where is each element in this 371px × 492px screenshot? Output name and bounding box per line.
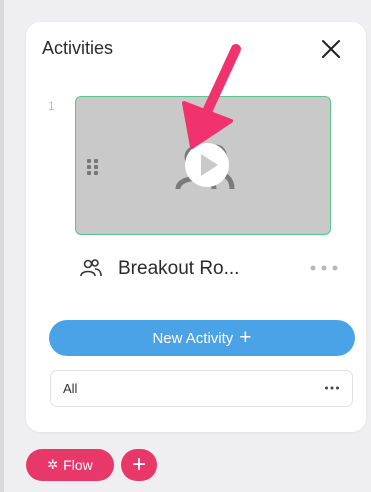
more-horizontal-icon[interactable] (308, 260, 340, 276)
activity-index: 1 (48, 99, 55, 113)
activity-label: Breakout Ro... (118, 258, 240, 279)
drag-handle-icon[interactable] (86, 158, 100, 176)
sparkle-icon: ✲ (47, 457, 59, 472)
new-activity-label: New Activity (152, 329, 234, 347)
activities-panel: Activities 1 Breakout Ro... New Activity… (26, 22, 366, 432)
play-icon[interactable] (183, 141, 231, 189)
new-activity-button[interactable]: New Activity + (49, 320, 355, 356)
filter-dropdown[interactable]: All (50, 370, 353, 407)
activity-row[interactable]: Breakout Ro... (80, 254, 340, 284)
plus-icon: + (131, 451, 146, 478)
flow-button[interactable]: ✲ Flow (26, 449, 114, 481)
flow-label: Flow (63, 457, 93, 473)
app-stage: Activities 1 Breakout Ro... New Activity… (0, 0, 371, 492)
more-horizontal-icon[interactable] (324, 381, 340, 395)
panel-title: Activities (42, 38, 114, 58)
filter-label: All (63, 381, 78, 396)
group-icon (80, 258, 102, 278)
plus-icon: + (239, 325, 252, 349)
close-icon[interactable] (318, 36, 344, 62)
left-edge (0, 0, 4, 492)
activity-thumbnail[interactable] (75, 96, 331, 235)
add-button[interactable]: + (121, 449, 157, 481)
